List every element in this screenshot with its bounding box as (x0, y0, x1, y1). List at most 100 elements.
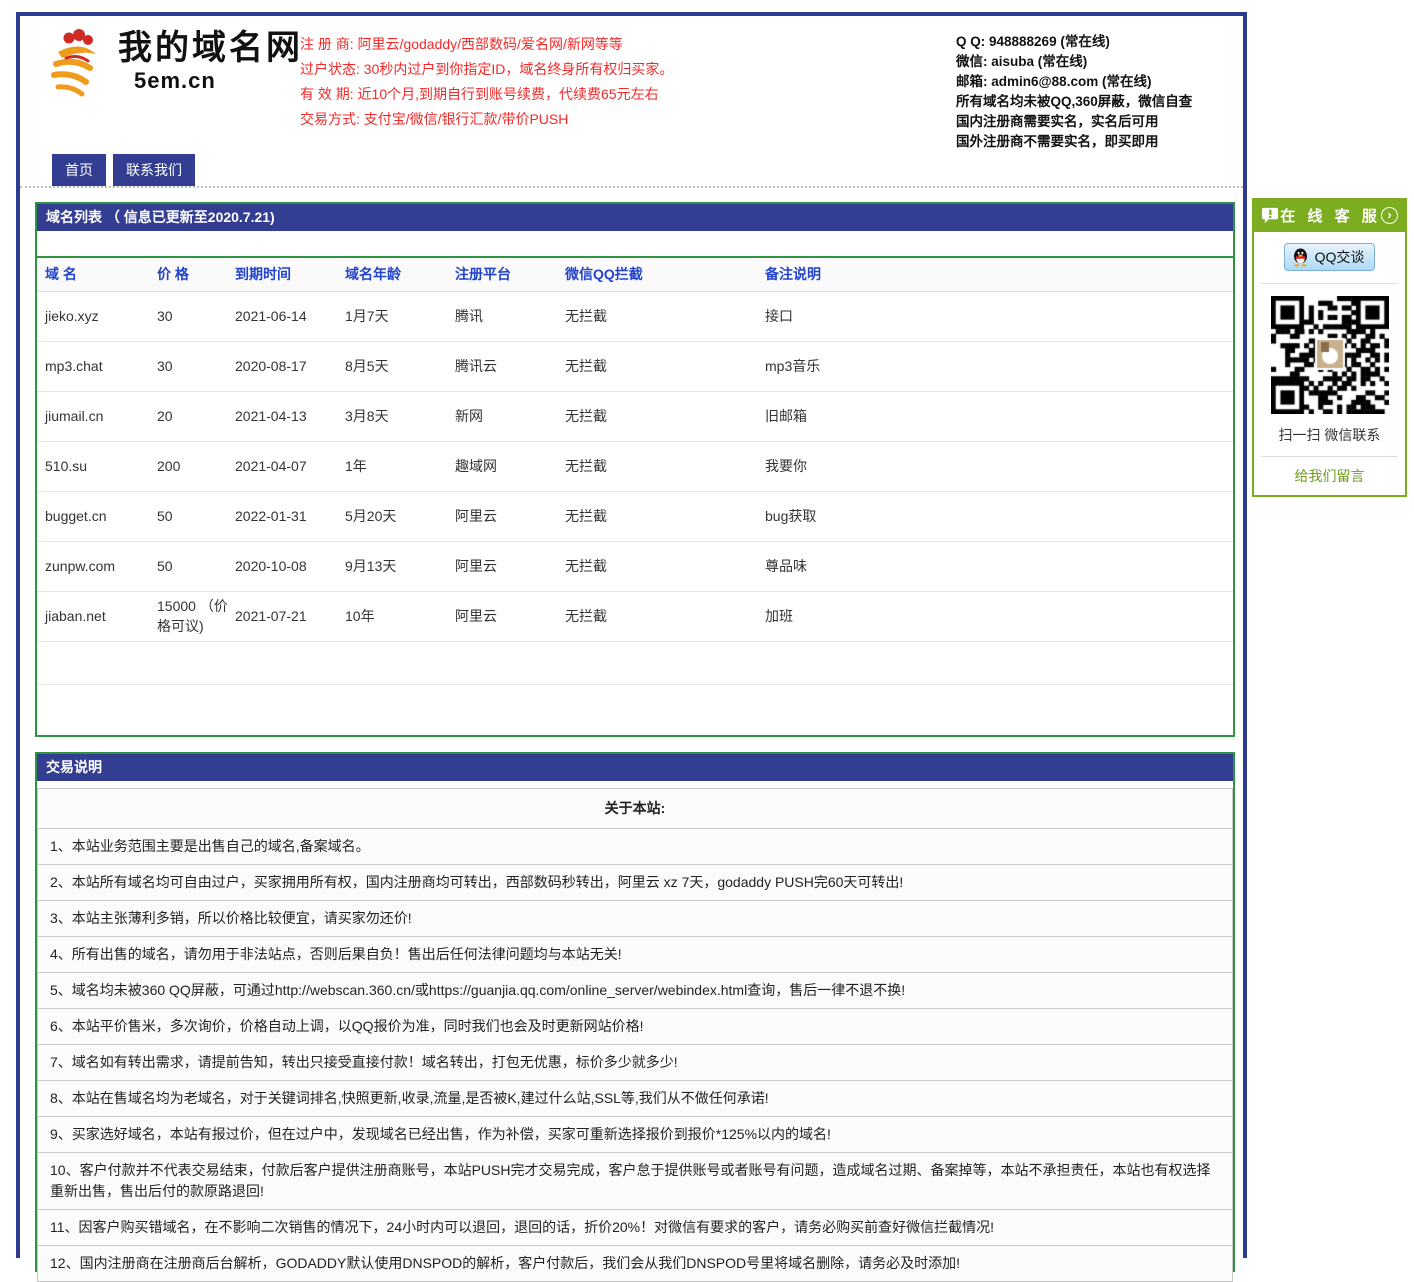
nav-contact-button[interactable]: 联系我们 (113, 154, 195, 186)
table-cell: 无拦截 (565, 541, 765, 591)
table-cell: bugget.cn (37, 491, 157, 541)
table-cell: jiaban.net (37, 591, 157, 641)
contact-line: 国外注册商不需要实名，即买即用 (956, 132, 1192, 152)
terms-list: 关于本站: 1、本站业务范围主要是出售自己的域名,备案域名。2、本站所有域名均可… (37, 788, 1233, 1282)
panel-divider (1261, 283, 1398, 284)
table-cell: 1年 (345, 441, 455, 491)
terms-about-heading: 关于本站: (37, 788, 1233, 829)
collapse-arrow-icon[interactable]: › (1381, 207, 1398, 224)
table-cell: 2021-04-07 (235, 441, 345, 491)
table-cell: 1月7天 (345, 291, 455, 341)
scan-hint-label: 扫一扫 微信联系 (1254, 425, 1405, 445)
table-cell: 5月20天 (345, 491, 455, 541)
terms-item: 7、域名如有转出需求，请提前告知，转出只接受直接付款！域名转出，打包无优惠，标价… (37, 1044, 1233, 1081)
table-row: mp3.chat302020-08-178月5天腾讯云无拦截mp3音乐 (37, 341, 1233, 391)
table-cell: 510.su (37, 441, 157, 491)
table-cell: zunpw.com (37, 541, 157, 591)
site-domain: 5em.cn (134, 68, 303, 94)
domain-list-section: 域名列表 （ 信息已更新至2020.7.21) 域 名价 格到期时间域名年龄注册… (35, 202, 1235, 737)
table-cell: 10年 (345, 591, 455, 641)
table-cell: 200 (157, 441, 235, 491)
table-cell: 2021-04-13 (235, 391, 345, 441)
table-cell: 无拦截 (565, 491, 765, 541)
table-cell: 8月5天 (345, 341, 455, 391)
domain-list-spacer (37, 231, 1233, 258)
terms-item: 3、本站主张薄利多销，所以价格比较便宜，请买家勿还价! (37, 900, 1233, 937)
leave-message-link[interactable]: 给我们留言 (1295, 466, 1365, 486)
contact-line-wechat: 微信: aisuba (常在线) (956, 52, 1192, 72)
column-header: 到期时间 (235, 258, 345, 291)
table-cell: 无拦截 (565, 591, 765, 641)
table-cell: jieko.xyz (37, 291, 157, 341)
notice-line: 注 册 商: 阿里云/godaddy/西部数码/爱名网/新网等等 (300, 32, 673, 57)
logo-rooster-icon (42, 28, 112, 102)
table-cell: 阿里云 (455, 541, 565, 591)
contact-line-qq: Q Q: 948888269 (常在线) (956, 32, 1192, 52)
main-container: 我的域名网 5em.cn 注 册 商: 阿里云/godaddy/西部数码/爱名网… (16, 12, 1247, 1258)
table-cell: 尊品味 (765, 541, 1233, 591)
notice-line: 交易方式: 支付宝/微信/银行汇款/带价PUSH (300, 107, 673, 132)
qq-penguin-icon (1292, 248, 1309, 267)
notice-line: 有 效 期: 近10个月,到期自行到账号续费，代续费65元左右 (300, 82, 673, 107)
table-cell: 50 (157, 541, 235, 591)
table-cell: mp3.chat (37, 341, 157, 391)
column-header: 注册平台 (455, 258, 565, 291)
table-cell: 2020-10-08 (235, 541, 345, 591)
column-header: 微信QQ拦截 (565, 258, 765, 291)
terms-section: 交易说明 关于本站: 1、本站业务范围主要是出售自己的域名,备案域名。2、本站所… (35, 752, 1235, 1272)
table-cell: 新网 (455, 391, 565, 441)
table-cell: 无拦截 (565, 391, 765, 441)
terms-item: 10、客户付款并不代表交易结束，付款后客户提供注册商账号，本站PUSH完才交易完… (37, 1152, 1233, 1210)
site-title: 我的域名网 (118, 28, 303, 68)
table-row: jiaban.net15000 （价格可议)2021-07-2110年阿里云无拦… (37, 591, 1233, 641)
table-cell: 无拦截 (565, 441, 765, 491)
table-cell: 20 (157, 391, 235, 441)
online-service-title: 在 线 客 服 (1280, 205, 1381, 226)
nav-home-button[interactable]: 首页 (52, 154, 106, 186)
table-row: jiumail.cn202021-04-133月8天新网无拦截旧邮箱 (37, 391, 1233, 441)
contact-line: 国内注册商需要实名，实名后可用 (956, 112, 1192, 132)
table-cell: 阿里云 (455, 491, 565, 541)
chat-bubble-icon (1261, 206, 1280, 225)
table-cell: 3月8天 (345, 391, 455, 441)
table-cell: mp3音乐 (765, 341, 1233, 391)
table-row: jieko.xyz302021-06-141月7天腾讯无拦截接口 (37, 291, 1233, 341)
table-cell: 2022-01-31 (235, 491, 345, 541)
table-cell: 2021-06-14 (235, 291, 345, 341)
table-cell: 50 (157, 491, 235, 541)
header-divider (20, 186, 1243, 188)
site-logo: 我的域名网 5em.cn (42, 28, 303, 102)
table-cell: 加班 (765, 591, 1233, 641)
column-header: 域名年龄 (345, 258, 455, 291)
contact-line-email: 邮箱: admin6@88.com (常在线) (956, 72, 1192, 92)
table-cell: bug获取 (765, 491, 1233, 541)
qq-chat-button[interactable]: QQ交谈 (1284, 243, 1376, 271)
table-cell: 15000 （价格可议) (157, 591, 235, 641)
table-cell: 腾讯 (455, 291, 565, 341)
column-header: 备注说明 (765, 258, 1233, 291)
table-cell: 无拦截 (565, 291, 765, 341)
table-cell: 阿里云 (455, 591, 565, 641)
main-nav: 首页 联系我们 (52, 154, 202, 186)
table-row: bugget.cn502022-01-315月20天阿里云无拦截bug获取 (37, 491, 1233, 541)
panel-divider (1261, 456, 1398, 457)
empty-row (37, 641, 1233, 684)
terms-item: 11、因客户购买错域名，在不影响二次销售的情况下，24小时内可以退回，退回的话，… (37, 1209, 1233, 1246)
online-service-panel: 在 线 客 服 › QQ交谈 扫一扫 微信联系 给我们留言 (1252, 198, 1407, 497)
qq-chat-label: QQ交谈 (1315, 247, 1365, 267)
table-cell: 我要你 (765, 441, 1233, 491)
wechat-qr-code (1271, 296, 1389, 414)
table-cell: 30 (157, 291, 235, 341)
table-cell: 接口 (765, 291, 1233, 341)
terms-item: 5、域名均未被360 QQ屏蔽，可通过http://webscan.360.cn… (37, 972, 1233, 1009)
table-cell: 趣域网 (455, 441, 565, 491)
table-cell: 2020-08-17 (235, 341, 345, 391)
table-row: zunpw.com502020-10-089月13天阿里云无拦截尊品味 (37, 541, 1233, 591)
terms-item: 8、本站在售域名均为老域名，对于关键词排名,快照更新,收录,流量,是否被K,建过… (37, 1080, 1233, 1117)
terms-item: 4、所有出售的域名，请勿用于非法站点，否则后果自负！售出后任何法律问题均与本站无… (37, 936, 1233, 973)
domain-table-header-row: 域 名价 格到期时间域名年龄注册平台微信QQ拦截备注说明 (37, 258, 1233, 291)
table-cell: 2021-07-21 (235, 591, 345, 641)
terms-title: 交易说明 (37, 754, 1233, 781)
online-service-header: 在 线 客 服 › (1252, 198, 1407, 232)
table-cell: 9月13天 (345, 541, 455, 591)
